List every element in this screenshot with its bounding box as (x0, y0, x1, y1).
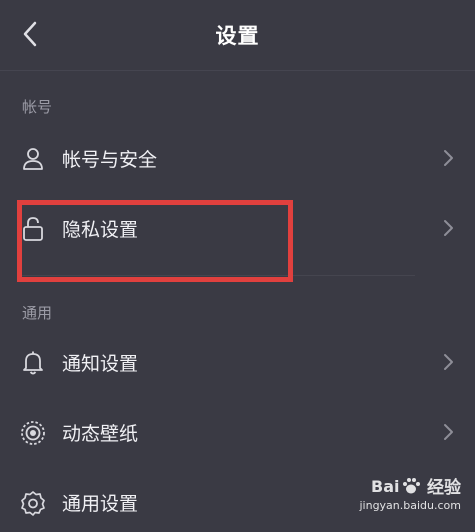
settings-item-label: 通用设置 (62, 493, 139, 515)
gear-icon (20, 490, 46, 516)
section-label-account: 帐号 (22, 98, 53, 116)
chevron-right-icon (444, 354, 453, 370)
settings-item-notifications[interactable]: 通知设置 (0, 332, 475, 392)
user-icon (20, 146, 46, 172)
watermark-url: jingyan.baidu.com (359, 499, 461, 512)
section-label-general: 通用 (22, 304, 53, 322)
settings-item-label: 动态壁纸 (62, 423, 139, 445)
settings-item-live-wallpaper[interactable]: 动态壁纸 (0, 402, 475, 462)
chevron-right-icon (444, 424, 453, 440)
bell-icon (20, 350, 46, 376)
page-title: 设置 (215, 24, 260, 48)
paw-logo-icon: Bai (371, 477, 420, 496)
settings-item-account-security[interactable]: 帐号与安全 (0, 128, 475, 188)
chevron-right-icon (444, 220, 453, 236)
wallpaper-icon (20, 420, 46, 446)
highlight-box (17, 200, 293, 282)
svg-text:Bai: Bai (371, 477, 399, 496)
settings-item-label: 通知设置 (62, 353, 139, 375)
baidu-jingyan-watermark: Bai 经验 jingyan.baidu.com (359, 473, 461, 513)
chevron-right-icon (444, 150, 453, 166)
watermark-brand: 经验 (427, 478, 461, 498)
settings-item-label: 帐号与安全 (62, 149, 158, 171)
header-bar: 设置 (0, 0, 475, 71)
